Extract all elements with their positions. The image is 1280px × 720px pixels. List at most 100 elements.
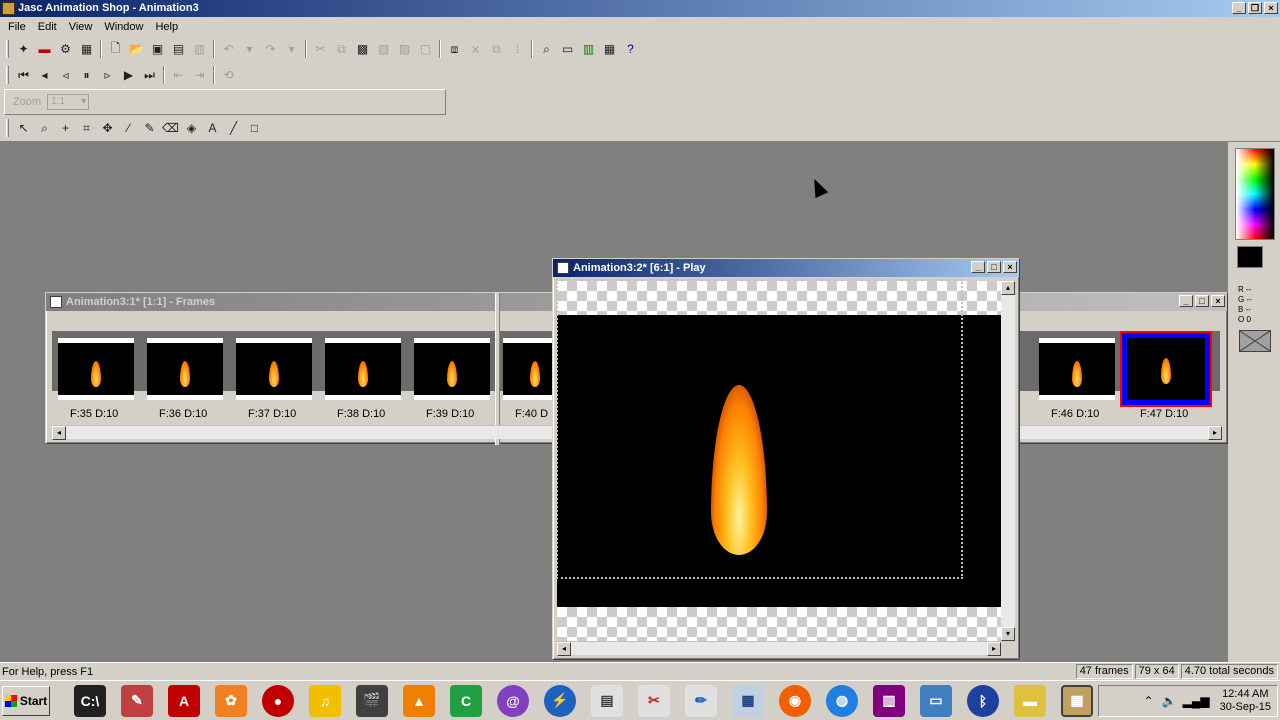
delete-icon[interactable]: ▢	[415, 39, 436, 59]
text-tool-icon[interactable]: A	[202, 118, 223, 138]
chrome-icon[interactable]: ◍	[826, 684, 858, 717]
save-all-icon[interactable]: ▥	[189, 39, 210, 59]
restore-button[interactable]: ❐	[1248, 2, 1262, 14]
frame-properties-icon[interactable]: ▦	[599, 39, 620, 59]
frame-39[interactable]	[414, 338, 490, 400]
redo-dropdown-icon[interactable]: ▾	[281, 39, 302, 59]
notepad-icon[interactable]: ✎	[121, 684, 153, 717]
play-horizontal-scrollbar[interactable]: ◂ ▸	[557, 641, 1001, 656]
crop-icon[interactable]: ⌗	[76, 118, 97, 138]
frames-minimize-button[interactable]: _	[1179, 295, 1193, 307]
insert-frames-icon[interactable]: ⧈	[444, 39, 465, 59]
frame-38[interactable]	[325, 338, 401, 400]
movie-maker-icon[interactable]: 🎬	[356, 684, 388, 717]
eraser-icon[interactable]: ⌫	[160, 118, 181, 138]
color-palette-icon[interactable]: ▥	[578, 39, 599, 59]
tray-arrow-icon[interactable]: ⌃	[1144, 694, 1154, 708]
brush-icon[interactable]: ✎	[139, 118, 160, 138]
play-icon[interactable]: ▶	[118, 65, 139, 85]
mover-icon[interactable]: ✥	[97, 118, 118, 138]
text-effects-icon[interactable]: ⁞	[507, 39, 528, 59]
dropper-icon[interactable]: ⁄	[118, 118, 139, 138]
pointer-icon[interactable]: ↖	[13, 118, 34, 138]
frame-35[interactable]	[58, 338, 134, 400]
animation-canvas[interactable]	[556, 279, 1001, 607]
minimize-button[interactable]: _	[1232, 2, 1246, 14]
frame-37[interactable]	[236, 338, 312, 400]
camtasia-icon[interactable]: C	[450, 684, 482, 717]
close-button[interactable]: ×	[1264, 2, 1278, 14]
scroll-right-button[interactable]: ▸	[987, 642, 1001, 656]
zoom-tool-icon[interactable]: ⌕	[34, 118, 55, 138]
vlc-icon[interactable]: ▲	[403, 684, 435, 717]
frame-40[interactable]	[503, 338, 553, 400]
banner-wizard-icon[interactable]: ▬	[34, 39, 55, 59]
new-file-icon[interactable]: 🗋	[105, 39, 126, 59]
previous-frame-icon[interactable]: ◂	[34, 65, 55, 85]
play-minimize-button[interactable]: _	[971, 261, 985, 273]
paste-before-icon[interactable]: ▧	[373, 39, 394, 59]
step-back-icon[interactable]: ⇤	[168, 65, 189, 85]
properties-icon[interactable]: ▭	[557, 39, 578, 59]
menu-window[interactable]: Window	[98, 21, 149, 33]
color-spectrum[interactable]	[1235, 148, 1275, 240]
rectangle-tool-icon[interactable]: □	[244, 118, 265, 138]
bluetooth-icon[interactable]: ᛒ	[967, 684, 999, 717]
play-window-titlebar[interactable]: Animation3:2* [6:1] - Play _ □ ×	[553, 259, 1019, 277]
app-orange-icon[interactable]: ✿	[215, 684, 247, 717]
play-close-button[interactable]: ×	[1003, 261, 1017, 273]
app-icon[interactable]	[2, 2, 15, 15]
step-forward-icon[interactable]: ⇥	[189, 65, 210, 85]
scroll-left-button[interactable]: ◂	[557, 642, 571, 656]
frame-46[interactable]	[1039, 338, 1115, 400]
view-animation-icon[interactable]: ⌕	[536, 39, 557, 59]
frame-36[interactable]	[147, 338, 223, 400]
scroll-left-button[interactable]: ◂	[52, 426, 66, 440]
command-prompt-icon[interactable]: C:\	[74, 684, 106, 717]
menu-view[interactable]: View	[63, 21, 99, 33]
play-window[interactable]: Animation3:2* [6:1] - Play _ □ × ▴ ▾ ◂ ▸	[552, 258, 1020, 660]
pause-icon[interactable]: ⏸	[76, 65, 97, 85]
media-icon[interactable]: ●	[262, 684, 294, 717]
save-as-icon[interactable]: ▤	[168, 39, 189, 59]
last-frame-icon[interactable]: ⏭	[139, 65, 160, 85]
line-tool-icon[interactable]: ╱	[223, 118, 244, 138]
fill-icon[interactable]: ◈	[181, 118, 202, 138]
loop-icon[interactable]: ⟲	[218, 65, 239, 85]
winrar-icon[interactable]: ▥	[873, 684, 905, 717]
cut-icon[interactable]: ✂	[310, 39, 331, 59]
clock[interactable]: 12:44 AM 30-Sep-15	[1220, 688, 1271, 714]
drawing-icon[interactable]: ✏	[685, 684, 717, 717]
undo-dropdown-icon[interactable]: ▾	[239, 39, 260, 59]
context-help-icon[interactable]: ?	[620, 39, 641, 59]
menu-edit[interactable]: Edit	[32, 21, 63, 33]
spiral-app-icon[interactable]: @	[497, 684, 529, 717]
scroll-down-button[interactable]: ▾	[1001, 627, 1015, 641]
frames-close-button[interactable]: ×	[1211, 295, 1225, 307]
animation-shop-taskbar-icon[interactable]: ▦	[1061, 684, 1093, 717]
open-folder-icon[interactable]: 📂	[126, 39, 147, 59]
effects-icon[interactable]: ⧉	[486, 39, 507, 59]
paste-icon[interactable]: ▩	[352, 39, 373, 59]
frames-maximize-button[interactable]: □	[1195, 295, 1209, 307]
play-backward-icon[interactable]: ◃	[55, 65, 76, 85]
scroll-up-button[interactable]: ▴	[1001, 281, 1015, 295]
start-button[interactable]: Start	[2, 685, 50, 716]
menu-file[interactable]: File	[2, 21, 32, 33]
wizard-icon[interactable]: ✦	[13, 39, 34, 59]
flash-icon[interactable]: ⚡	[544, 684, 576, 717]
menu-help[interactable]: Help	[149, 21, 184, 33]
signal-icon[interactable]: ▂▄▆	[1183, 694, 1210, 708]
redo-icon[interactable]: ↷	[260, 39, 281, 59]
zoom-select[interactable]: 1:1	[47, 94, 90, 110]
paste-after-icon[interactable]: ▨	[394, 39, 415, 59]
network-icon[interactable]: ▭	[920, 684, 952, 717]
next-frame-icon[interactable]: ▹	[97, 65, 118, 85]
foreground-color-swatch[interactable]	[1237, 246, 1263, 268]
firefox-icon[interactable]: ◉	[779, 684, 811, 717]
folder-icon[interactable]: ▬	[1014, 684, 1046, 717]
scroll-right-button[interactable]: ▸	[1208, 426, 1222, 440]
save-icon[interactable]: ▣	[147, 39, 168, 59]
acrobat-icon[interactable]: A	[168, 684, 200, 717]
volume-icon[interactable]: 🔈	[1162, 694, 1177, 708]
